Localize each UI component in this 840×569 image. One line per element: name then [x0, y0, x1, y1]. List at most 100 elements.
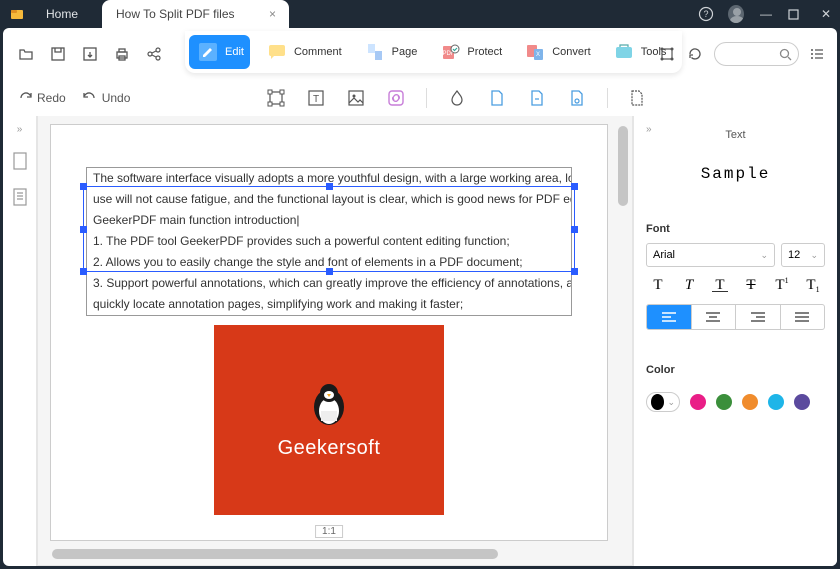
tab-convert[interactable]: X Convert: [516, 35, 597, 69]
color-swatch[interactable]: [742, 394, 758, 410]
tab-page-label: Page: [392, 46, 418, 58]
tab-protect-label: Protect: [467, 46, 502, 58]
save-as-icon[interactable]: [81, 45, 99, 63]
collapse-left-icon[interactable]: »: [17, 124, 23, 135]
refresh-icon[interactable]: [686, 45, 704, 63]
bold-button[interactable]: T: [646, 277, 670, 294]
chevron-down-icon: ⌄: [667, 397, 675, 408]
subscript-button[interactable]: T: [801, 277, 825, 294]
font-size-select[interactable]: 12 ⌄: [781, 243, 825, 267]
resize-handle[interactable]: [571, 183, 578, 190]
underline-button[interactable]: T: [708, 277, 732, 294]
protect-icon: PDF: [437, 39, 463, 65]
convert-icon: X: [522, 39, 548, 65]
tab-close-icon[interactable]: ×: [265, 7, 281, 21]
brand-image: Geekersoft: [214, 325, 444, 515]
scrollbar-thumb[interactable]: [618, 126, 628, 206]
font-family-select[interactable]: Arial ⌄: [646, 243, 775, 267]
comment-icon: [264, 39, 290, 65]
undo-button[interactable]: Undo: [82, 90, 131, 106]
brand-text: Geekersoft: [278, 437, 381, 460]
selection-box[interactable]: [83, 186, 575, 272]
tab-edit[interactable]: Edit: [189, 35, 250, 69]
divider: [607, 88, 608, 108]
font-size-value: 12: [788, 249, 800, 261]
share-icon[interactable]: [145, 45, 163, 63]
page-viewport[interactable]: The software interface visually adopts a…: [37, 116, 633, 566]
align-justify-button[interactable]: [781, 305, 825, 329]
current-color-swatch: [651, 394, 664, 410]
search-icon: [779, 48, 792, 61]
save-icon[interactable]: [49, 45, 67, 63]
left-rail: »: [3, 116, 37, 566]
resize-handle[interactable]: [80, 183, 87, 190]
doc3-icon[interactable]: [567, 88, 587, 108]
thumbnail-icon[interactable]: [11, 151, 29, 171]
align-center-button[interactable]: [692, 305, 737, 329]
align-right-button[interactable]: [736, 305, 781, 329]
properties-panel: » Text Sample Font Arial ⌄ 12 ⌄ T T T T …: [633, 116, 837, 566]
menu-list-icon[interactable]: [809, 46, 825, 62]
vertical-scrollbar[interactable]: [616, 124, 630, 541]
search-input[interactable]: [714, 42, 799, 66]
color-swatch[interactable]: [716, 394, 732, 410]
minimize-icon[interactable]: —: [758, 7, 774, 21]
edit-toolbar: Redo Undo T: [3, 80, 837, 116]
chevron-down-icon: ⌄: [760, 250, 768, 261]
select-box-icon[interactable]: [266, 88, 286, 108]
doc2-icon[interactable]: [527, 88, 547, 108]
close-icon[interactable]: ✕: [818, 7, 834, 21]
scrollbar-thumb[interactable]: [52, 549, 498, 559]
undo-label: Undo: [102, 91, 131, 105]
open-icon[interactable]: [17, 45, 35, 63]
tab-comment[interactable]: Comment: [258, 35, 348, 69]
link-tool-icon[interactable]: [386, 88, 406, 108]
resize-handle[interactable]: [326, 268, 333, 275]
resize-handle[interactable]: [326, 183, 333, 190]
outline-icon[interactable]: [11, 187, 29, 207]
doc-split-icon[interactable]: [628, 88, 648, 108]
tab-convert-label: Convert: [552, 46, 591, 58]
help-icon[interactable]: ?: [698, 6, 714, 22]
align-left-button[interactable]: [647, 305, 692, 329]
app-icon: [10, 7, 24, 21]
svg-text:T: T: [313, 94, 319, 105]
panel-title: Text: [646, 129, 825, 141]
color-swatch[interactable]: [690, 394, 706, 410]
color-label: Color: [646, 364, 825, 376]
color-swatch[interactable]: [768, 394, 784, 410]
resize-handle[interactable]: [571, 226, 578, 233]
resize-handle[interactable]: [80, 226, 87, 233]
font-label: Font: [646, 223, 825, 235]
page-icon: [362, 39, 388, 65]
tab-protect[interactable]: PDF Protect: [431, 35, 508, 69]
main-toolbar: Edit Comment Page PDF Protect X Convert …: [3, 28, 837, 80]
color-dropdown[interactable]: ⌄: [646, 392, 680, 412]
redo-button[interactable]: Redo: [17, 90, 66, 106]
page-number: 1:1: [315, 525, 343, 538]
font-family-value: Arial: [653, 249, 675, 261]
maximize-icon[interactable]: [788, 9, 804, 20]
tab-page[interactable]: Page: [356, 35, 424, 69]
print-icon[interactable]: [113, 45, 131, 63]
tab-home[interactable]: Home: [32, 0, 92, 28]
color-swatch[interactable]: [794, 394, 810, 410]
penguin-icon: [308, 381, 350, 427]
drop-icon[interactable]: [447, 88, 467, 108]
image-tool-icon[interactable]: [346, 88, 366, 108]
horizontal-scrollbar[interactable]: [50, 547, 608, 561]
tab-active[interactable]: How To Split PDF files ×: [102, 0, 288, 28]
superscript-button[interactable]: T: [770, 277, 794, 294]
avatar-icon[interactable]: [728, 5, 744, 23]
strikethrough-button[interactable]: T: [739, 277, 763, 294]
text-tool-icon[interactable]: T: [306, 88, 326, 108]
resize-handle[interactable]: [571, 268, 578, 275]
text-line: quickly locate annotation pages, simplif…: [87, 294, 571, 315]
italic-button[interactable]: T: [677, 277, 701, 294]
page-canvas[interactable]: The software interface visually adopts a…: [50, 124, 608, 541]
transform-icon[interactable]: [658, 45, 676, 63]
chevron-down-icon: ⌄: [810, 250, 818, 261]
tab-comment-label: Comment: [294, 46, 342, 58]
resize-handle[interactable]: [80, 268, 87, 275]
doc1-icon[interactable]: [487, 88, 507, 108]
